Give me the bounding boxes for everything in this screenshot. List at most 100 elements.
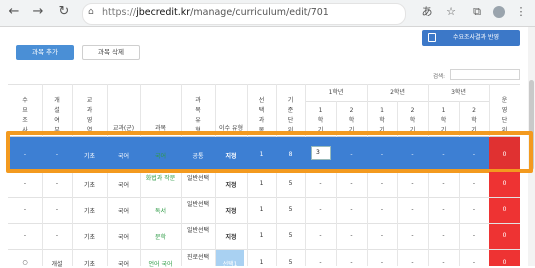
- cell-sem-value[interactable]: -: [428, 180, 459, 187]
- cell-sem-value[interactable]: -: [367, 259, 397, 266]
- search-input[interactable]: [450, 69, 520, 80]
- header-char: 학: [409, 117, 416, 124]
- cell-area: 기초: [83, 234, 96, 241]
- header-char: 기: [287, 97, 294, 104]
- cell-sem-value[interactable]: -: [336, 206, 367, 213]
- header-grade-1: 1학년: [328, 89, 344, 96]
- cell-base-unit: 5: [288, 180, 293, 187]
- extensions-icon[interactable]: ⧉: [470, 5, 484, 19]
- cell-subject-type: 일반선택: [186, 227, 210, 234]
- header-open[interactable]: 개 설 여 부: [42, 96, 72, 136]
- lock-icon[interactable]: ⌂: [88, 7, 94, 17]
- reload-icon[interactable]: ↻: [56, 4, 72, 20]
- add-subject-button[interactable]: 과목 추가: [16, 45, 74, 60]
- cell-survey: -: [23, 206, 27, 213]
- header-char: 영: [501, 107, 508, 114]
- cell-subject-type: 진로선택: [186, 254, 210, 261]
- cell-sem-value[interactable]: -: [397, 206, 428, 213]
- header-area[interactable]: 교 과 영 역: [72, 96, 107, 136]
- cell-subject-type: 일반선택: [186, 175, 210, 182]
- cell-sem-value[interactable]: -: [367, 232, 397, 239]
- cell-completion-type[interactable]: 선택1: [216, 259, 244, 268]
- header-char: 1: [318, 107, 323, 114]
- back-arrow-icon[interactable]: ←: [6, 4, 22, 20]
- cell-sem-value[interactable]: -: [397, 180, 428, 187]
- row-divider: [8, 223, 520, 224]
- forward-arrow-icon[interactable]: →: [30, 4, 46, 20]
- cell-sem-value[interactable]: -: [305, 259, 336, 266]
- cell-sem-value[interactable]: -: [459, 206, 489, 213]
- header-char: 교: [86, 97, 93, 104]
- header-char: 과: [258, 117, 265, 124]
- cell-sem-value[interactable]: -: [336, 180, 367, 187]
- menu-icon[interactable]: ⋮: [514, 5, 528, 19]
- header-subject-type[interactable]: 과 목 유 형: [181, 96, 215, 136]
- header-char: 영: [86, 117, 93, 124]
- header-char: 운: [501, 97, 508, 104]
- cell-elective: 1: [259, 180, 264, 187]
- cell-sem-value[interactable]: -: [336, 232, 367, 239]
- header-char: 2: [349, 107, 354, 114]
- cell-sem-value[interactable]: -: [336, 259, 367, 266]
- cell-sem-value[interactable]: -: [428, 206, 459, 213]
- delete-subject-button[interactable]: 과목 삭제: [82, 45, 140, 60]
- header-grade-3: 3학년: [451, 89, 466, 96]
- apply-survey-button[interactable]: 수요조사결과 반영: [422, 30, 520, 46]
- header-base-unit[interactable]: 기 준 단 위: [276, 96, 305, 136]
- star-icon[interactable]: ☆: [444, 5, 458, 19]
- header-char: 선: [258, 97, 265, 104]
- header-char: 학: [379, 117, 385, 124]
- subject-link[interactable]: 문학: [140, 232, 181, 241]
- cell-sem-value[interactable]: -: [305, 180, 336, 187]
- header-elective[interactable]: 선 택 과 목: [247, 96, 276, 136]
- cell-sem-value[interactable]: -: [305, 206, 336, 213]
- header-char: 학: [440, 117, 447, 124]
- profile-icon[interactable]: [493, 6, 505, 18]
- cell-sem-value[interactable]: -: [305, 232, 336, 239]
- annotation-highlight-box: [6, 131, 533, 173]
- header-char: 유: [195, 117, 201, 124]
- cell-area: 기초: [83, 261, 96, 268]
- document-icon: [428, 33, 436, 42]
- header-char: 목: [195, 107, 201, 114]
- subject-link[interactable]: 언어 국어: [140, 259, 181, 268]
- cell-subject-group: 국어: [117, 182, 130, 189]
- cell-operating-unit: 0: [502, 206, 507, 213]
- header-operating-unit[interactable]: 운 영 단 위: [489, 96, 520, 136]
- subject-link[interactable]: 독서: [140, 206, 181, 215]
- header-char: 1: [380, 107, 384, 114]
- url-text[interactable]: https://jbecredit.kr/manage/curriculum/e…: [102, 7, 329, 18]
- header-grade-2: 2학년: [390, 89, 405, 96]
- cell-base-unit: 5: [288, 206, 293, 213]
- header-char: 조: [22, 117, 28, 124]
- cell-completion-type[interactable]: 지정: [215, 232, 247, 241]
- subject-link[interactable]: 화법과 작문: [142, 174, 179, 183]
- cell-sem-value[interactable]: -: [428, 259, 459, 266]
- table-top-border: [8, 84, 520, 85]
- cell-operating-unit: 0: [502, 180, 507, 187]
- cell-survey: -: [23, 232, 27, 239]
- cell-open: -: [55, 232, 59, 239]
- cell-sem-value[interactable]: -: [459, 180, 489, 187]
- header-char: 2: [410, 107, 415, 114]
- search-label: 검색:: [433, 74, 445, 80]
- cell-sem-value[interactable]: -: [459, 259, 489, 266]
- url-scheme: https://: [102, 7, 137, 18]
- cell-completion-type[interactable]: 지정: [215, 206, 247, 215]
- cell-sem-value[interactable]: -: [428, 232, 459, 239]
- header-char: 과: [195, 97, 201, 104]
- cell-sem-value[interactable]: -: [397, 259, 428, 266]
- cell-open: -: [55, 180, 59, 187]
- cell-survey: ○: [22, 259, 28, 266]
- cell-sem-value[interactable]: -: [367, 206, 397, 213]
- cell-sem-value[interactable]: -: [367, 180, 397, 187]
- cell-elective: 1: [259, 259, 264, 266]
- cell-subject-group: 국어: [117, 208, 130, 215]
- cell-sem-value[interactable]: -: [459, 232, 489, 239]
- translate-icon[interactable]: あ: [420, 5, 434, 19]
- cell-completion-type[interactable]: 지정: [215, 180, 247, 189]
- cell-operating-unit: 0: [502, 259, 507, 266]
- header-survey[interactable]: 수 요 조 사: [8, 96, 42, 136]
- cell-sem-value[interactable]: -: [397, 232, 428, 239]
- cell-open: 개설: [51, 261, 63, 268]
